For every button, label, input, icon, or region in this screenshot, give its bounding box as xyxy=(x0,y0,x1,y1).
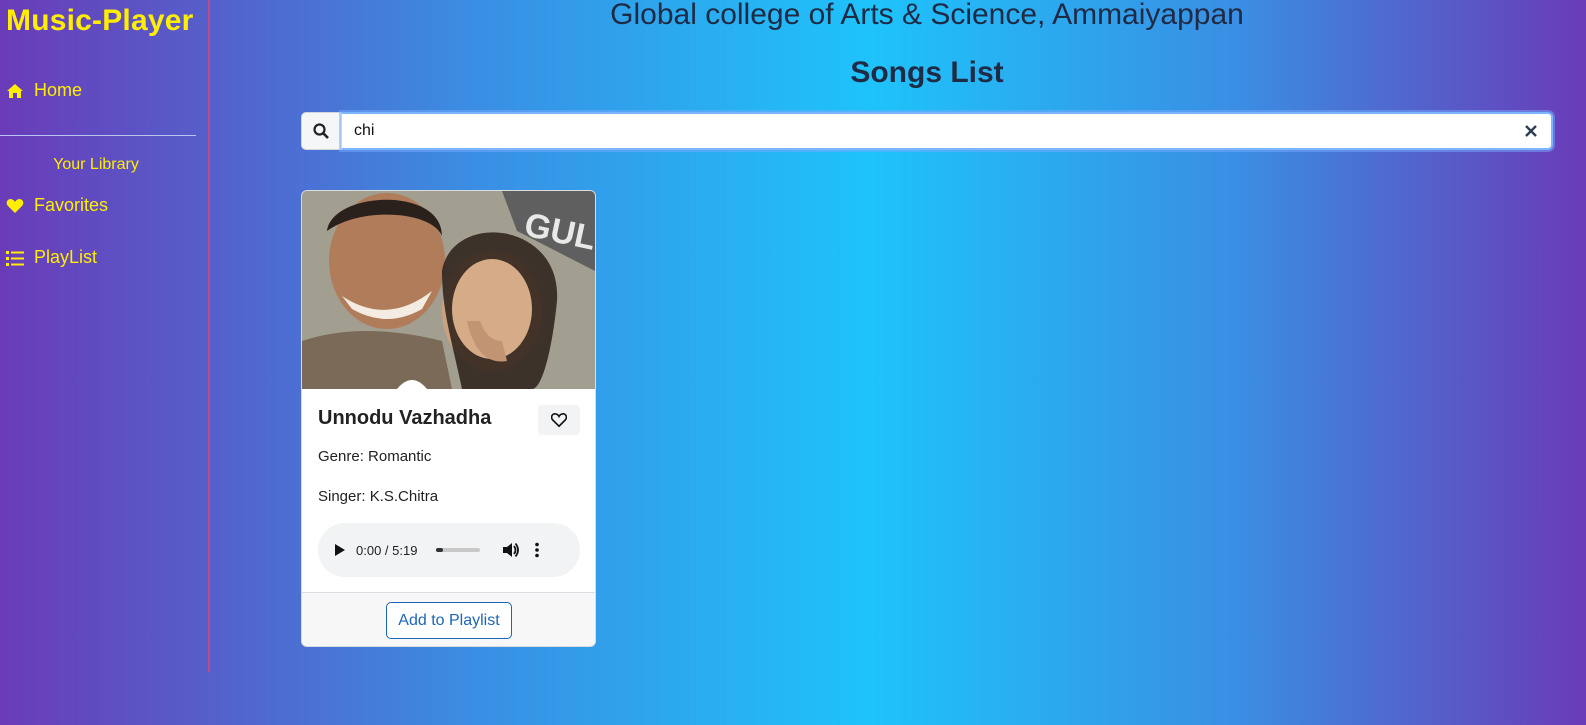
home-icon xyxy=(7,83,23,98)
sidebar-item-label: PlayList xyxy=(34,247,98,267)
audio-time: 0:00 / 5:19 xyxy=(356,542,418,558)
app-brand[interactable]: Music-Player xyxy=(6,4,193,38)
sidebar-item-label: Home xyxy=(34,80,83,100)
song-title: Unnodu Vazhadha xyxy=(318,407,492,429)
library-heading: Your Library xyxy=(53,156,139,173)
audio-player: 0:00 / 5:19 xyxy=(318,523,580,577)
song-card: GUL Unnodu Vazhadha Genre: Romantic Sing… xyxy=(301,190,596,647)
song-singer: Singer: K.S.Chitra xyxy=(318,488,439,505)
favorite-button[interactable] xyxy=(538,405,580,435)
sidebar: Music-Player Home Your Library Favorites… xyxy=(0,0,210,672)
search-input[interactable] xyxy=(341,112,1553,150)
heart-icon xyxy=(6,198,24,213)
college-title: Global college of Arts & Science, Ammaiy… xyxy=(610,0,1244,31)
card-footer: Add to Playlist xyxy=(302,592,595,646)
more-icon[interactable] xyxy=(534,542,540,558)
sidebar-item-label: Favorites xyxy=(34,195,109,215)
page-title: Songs List xyxy=(850,56,1004,89)
volume-icon[interactable] xyxy=(502,541,520,559)
audio-progress-slider[interactable] xyxy=(436,548,480,552)
search-button[interactable] xyxy=(301,112,341,150)
sidebar-item-home[interactable]: Home xyxy=(6,80,82,101)
search-icon xyxy=(313,123,329,139)
song-cover-image: GUL xyxy=(302,191,595,389)
sidebar-item-playlist[interactable]: PlayList xyxy=(6,247,97,268)
add-to-playlist-button[interactable]: Add to Playlist xyxy=(386,602,512,639)
search-bar xyxy=(301,112,1553,150)
list-icon xyxy=(6,250,24,266)
audio-progress-fill xyxy=(436,548,443,552)
play-icon[interactable] xyxy=(332,543,346,557)
close-icon[interactable] xyxy=(1523,123,1539,139)
sidebar-divider xyxy=(0,135,196,136)
sidebar-item-favorites[interactable]: Favorites xyxy=(6,195,108,216)
song-genre: Genre: Romantic xyxy=(318,448,432,465)
heart-icon xyxy=(551,412,567,428)
